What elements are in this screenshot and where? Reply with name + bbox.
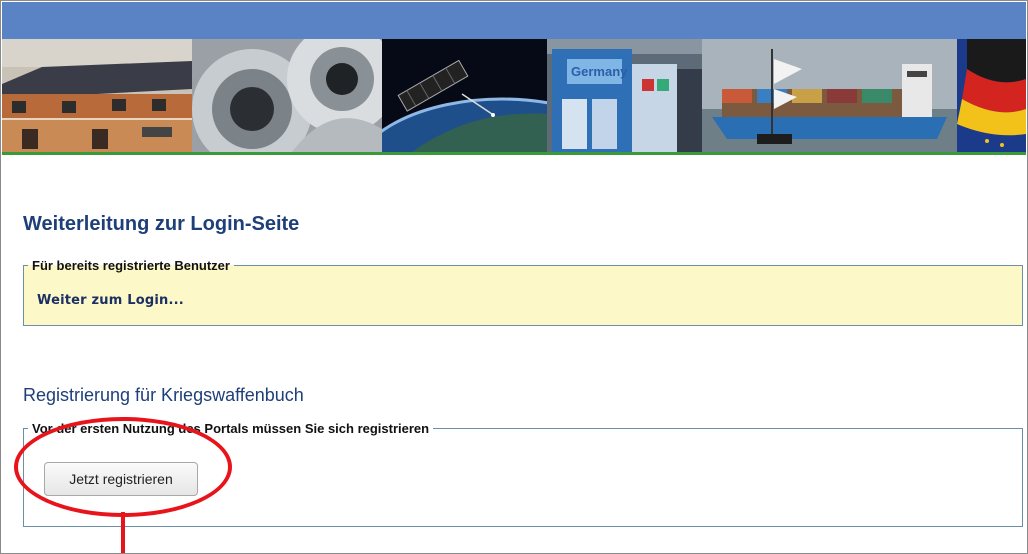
highlight-pointer-line <box>121 512 125 553</box>
login-fieldset-legend: Für bereits registrierte Benutzer <box>32 258 230 273</box>
booth-sign: Germany <box>571 64 628 79</box>
login-section-title: Weiterleitung zur Login-Seite <box>23 213 300 235</box>
register-now-button[interactable]: Jetzt registrieren <box>44 462 198 496</box>
flags-image <box>957 39 1026 152</box>
trade-fair-booth-image: Germany <box>547 39 702 152</box>
continue-to-login-link[interactable]: Weiter zum Login... <box>37 293 184 308</box>
registration-section-title: Registrierung für Kriegswaffenbuch <box>23 385 304 405</box>
header-banner: Germany <box>2 39 1026 152</box>
banner-divider <box>2 152 1026 155</box>
registration-fieldset-legend: Vor der ersten Nutzung des Portals müsse… <box>32 421 430 436</box>
browser-viewport: Germany Weiterleitung zur Login-Seite Fü… <box>0 0 1028 554</box>
container-ship-image <box>702 39 957 152</box>
steel-coils-image <box>192 39 382 152</box>
login-fieldset: Für bereits registrierte Benutzer <box>23 258 1023 326</box>
solar-houses-image <box>2 39 192 152</box>
satellite-image <box>382 39 547 152</box>
header-bar <box>2 2 1026 39</box>
